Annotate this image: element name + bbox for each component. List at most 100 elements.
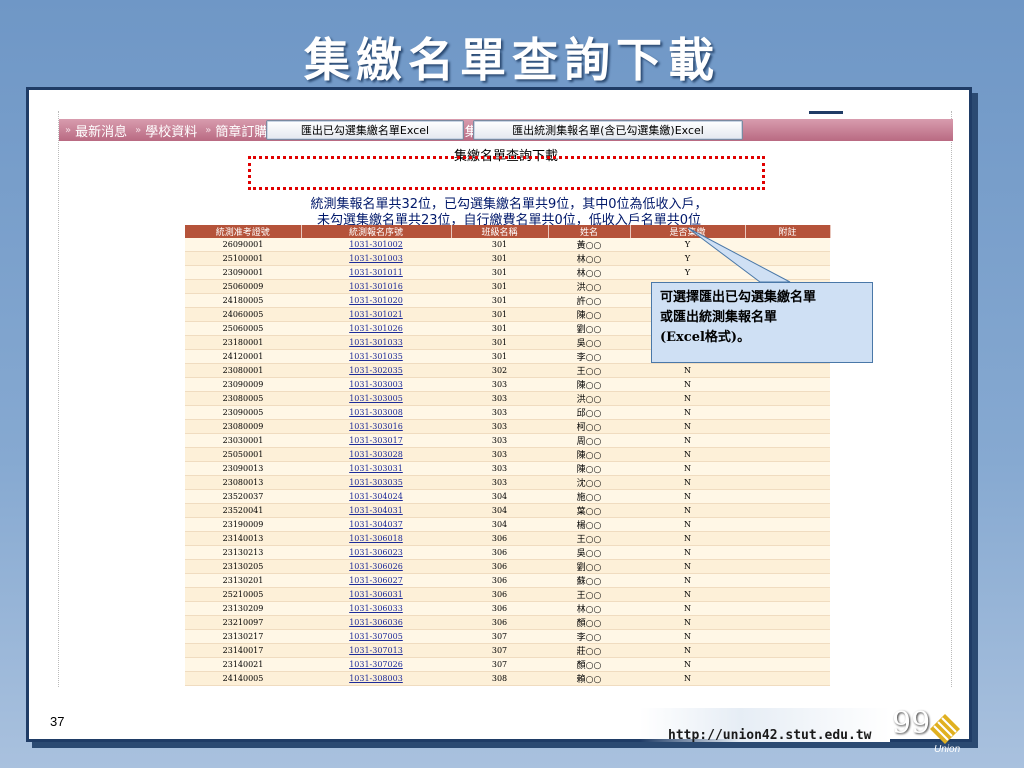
registration-no-link[interactable]: 1031-308003	[301, 671, 451, 686]
name-cell: 楊○○	[548, 517, 630, 532]
note-cell	[745, 391, 830, 406]
export-all-button[interactable]: 匯出統測集報名單(含已勾選集繳)Excel	[473, 120, 743, 140]
exam-id-cell: 25060005	[185, 321, 301, 336]
table-row: 23130209 1031-306033 306 林○○ N	[185, 601, 830, 616]
registration-no-link[interactable]: 1031-301021	[301, 307, 451, 322]
nav-item-1[interactable]: » 學校資料	[135, 121, 197, 140]
class-cell: 304	[451, 517, 548, 532]
table-row: 23520037 1031-304024 304 施○○ N	[185, 489, 830, 504]
registration-no-link[interactable]: 1031-304031	[301, 503, 451, 518]
exam-id-cell: 23520041	[185, 503, 301, 518]
registration-no-link[interactable]: 1031-301011	[301, 265, 451, 280]
name-cell: 吳○○	[548, 335, 630, 350]
class-cell: 306	[451, 545, 548, 560]
registration-no-link[interactable]: 1031-304024	[301, 489, 451, 504]
registration-no-link[interactable]: 1031-301035	[301, 349, 451, 364]
union-logo: 99 Union	[890, 706, 970, 762]
name-cell: 林○○	[548, 251, 630, 266]
paid-flag-cell: N	[630, 433, 745, 448]
exam-id-cell: 23130201	[185, 573, 301, 588]
registration-no-link[interactable]: 1031-301016	[301, 279, 451, 294]
exam-id-cell: 23190009	[185, 517, 301, 532]
name-cell: 陳○○	[548, 447, 630, 462]
exam-id-cell: 25210005	[185, 587, 301, 602]
table-row: 23090009 1031-303003 303 陳○○ N	[185, 377, 830, 392]
nav-item-label: 簡章訂購	[215, 124, 268, 140]
note-cell	[745, 531, 830, 546]
nav-item-0[interactable]: » 最新消息	[65, 121, 127, 140]
class-cell: 303	[451, 377, 548, 392]
name-cell: 林○○	[548, 601, 630, 616]
exam-id-cell: 24120001	[185, 349, 301, 364]
registration-no-link[interactable]: 1031-301020	[301, 293, 451, 308]
class-cell: 301	[451, 321, 548, 336]
exam-id-cell: 23090009	[185, 377, 301, 392]
note-cell	[745, 643, 830, 658]
registration-no-link[interactable]: 1031-303003	[301, 377, 451, 392]
name-cell: 周○○	[548, 433, 630, 448]
note-cell	[745, 503, 830, 518]
registration-no-link[interactable]: 1031-302035	[301, 363, 451, 378]
registration-no-link[interactable]: 1031-301002	[301, 238, 451, 252]
registration-no-link[interactable]: 1031-301003	[301, 251, 451, 266]
table-row: 24140005 1031-308003 308 賴○○ N	[185, 671, 830, 686]
class-cell: 303	[451, 391, 548, 406]
exam-id-cell: 23080001	[185, 363, 301, 378]
chevron-double-right-icon: »	[205, 124, 212, 136]
registration-no-link[interactable]: 1031-303035	[301, 475, 451, 490]
exam-id-cell: 25050001	[185, 447, 301, 462]
table-row: 23090005 1031-303008 303 邱○○ N	[185, 405, 830, 420]
registration-no-link[interactable]: 1031-306036	[301, 615, 451, 630]
column-header: 是否集繳	[630, 225, 746, 238]
table-row: 25050001 1031-303028 303 陳○○ N	[185, 447, 830, 462]
class-cell: 306	[451, 573, 548, 588]
registration-no-link[interactable]: 1031-306018	[301, 531, 451, 546]
nav-item-label: 最新消息	[75, 124, 128, 140]
registration-no-link[interactable]: 1031-306026	[301, 559, 451, 574]
column-header: 統測報名序號	[301, 225, 452, 238]
column-header: 統測准考證號	[185, 225, 302, 238]
name-cell: 劉○○	[548, 559, 630, 574]
paid-flag-cell: N	[630, 657, 745, 672]
note-cell	[745, 447, 830, 462]
exam-id-cell: 23090013	[185, 461, 301, 476]
class-cell: 301	[451, 238, 548, 252]
registration-no-link[interactable]: 1031-303028	[301, 447, 451, 462]
registration-no-link[interactable]: 1031-306033	[301, 601, 451, 616]
note-cell	[745, 573, 830, 588]
registration-no-link[interactable]: 1031-306031	[301, 587, 451, 602]
paid-flag-cell: N	[630, 601, 745, 616]
nav-item-2[interactable]: » 簡章訂購	[205, 121, 267, 140]
registration-no-link[interactable]: 1031-306027	[301, 573, 451, 588]
exam-id-cell: 23090005	[185, 405, 301, 420]
table-row: 23210097 1031-306036 306 顏○○ N	[185, 615, 830, 630]
registration-no-link[interactable]: 1031-304037	[301, 517, 451, 532]
callout-line-3: (Excel格式)。	[660, 330, 751, 345]
name-cell: 劉○○	[548, 321, 630, 336]
paid-flag-cell: N	[630, 587, 745, 602]
registration-no-link[interactable]: 1031-301026	[301, 321, 451, 336]
paid-flag-cell: N	[630, 531, 745, 546]
name-cell: 李○○	[548, 349, 630, 364]
registration-no-link[interactable]: 1031-307013	[301, 643, 451, 658]
exam-id-cell: 25100001	[185, 251, 301, 266]
table-row: 23130213 1031-306023 306 吳○○ N	[185, 545, 830, 560]
registration-no-link[interactable]: 1031-301033	[301, 335, 451, 350]
table-row: 23080013 1031-303035 303 沈○○ N	[185, 475, 830, 490]
registration-no-link[interactable]: 1031-306023	[301, 545, 451, 560]
table-header-row: 統測准考證號 統測報名序號 班級名稱 姓名 是否集繳 附註	[185, 225, 831, 238]
note-cell	[745, 671, 830, 686]
registration-no-link[interactable]: 1031-303016	[301, 419, 451, 434]
note-cell	[745, 461, 830, 476]
nav-item-label: 學校資料	[145, 124, 198, 140]
registration-no-link[interactable]: 1031-307026	[301, 657, 451, 672]
class-cell: 307	[451, 629, 548, 644]
class-cell: 302	[451, 363, 548, 378]
registration-no-link[interactable]: 1031-303031	[301, 461, 451, 476]
registration-no-link[interactable]: 1031-303008	[301, 405, 451, 420]
registration-no-link[interactable]: 1031-303005	[301, 391, 451, 406]
registration-no-link[interactable]: 1031-303017	[301, 433, 451, 448]
registration-no-link[interactable]: 1031-307005	[301, 629, 451, 644]
export-selected-button[interactable]: 匯出已勾選集繳名單Excel	[266, 120, 464, 140]
class-cell: 306	[451, 587, 548, 602]
